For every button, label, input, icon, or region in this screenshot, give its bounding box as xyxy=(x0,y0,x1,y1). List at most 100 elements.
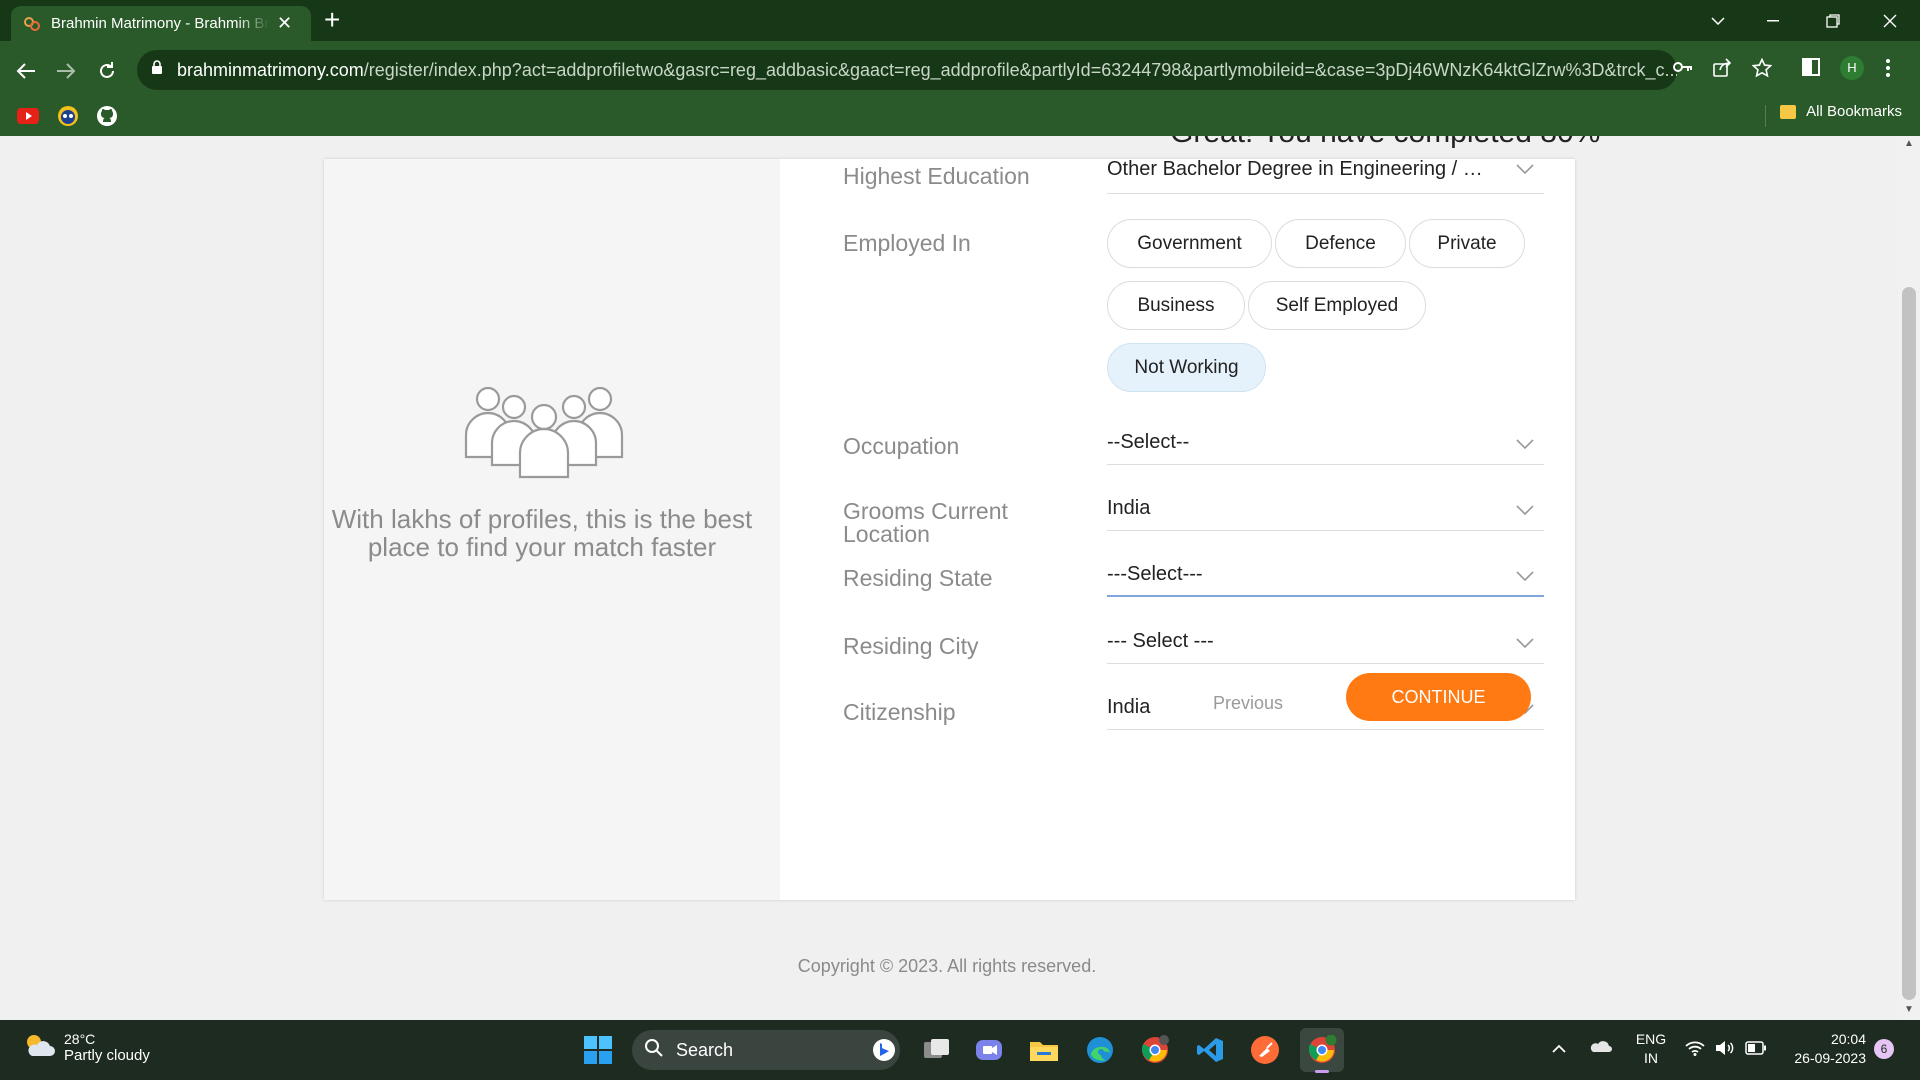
chevron-down-icon xyxy=(1516,161,1534,179)
weather-temp: 28°C xyxy=(64,1031,96,1047)
state-select[interactable]: ---Select--- xyxy=(1107,553,1544,597)
employed-option-government[interactable]: Government xyxy=(1107,219,1272,268)
taskbar-search[interactable]: Search xyxy=(632,1030,900,1070)
scroll-up-icon[interactable]: ▲ xyxy=(1904,138,1914,149)
search-label: Search xyxy=(676,1039,734,1060)
location-select[interactable]: India xyxy=(1107,487,1544,531)
page-viewport: Great! You have completed 80% With lakhs… xyxy=(0,136,1898,1020)
clock-date: 26-09-2023 xyxy=(1794,1050,1866,1066)
tab-close-icon[interactable]: ✕ xyxy=(277,13,292,34)
people-group-icon xyxy=(464,386,624,484)
youtube-icon[interactable] xyxy=(13,101,43,131)
citizenship-label: Citizenship xyxy=(843,699,956,725)
location-label: Grooms Current Location xyxy=(843,498,1008,547)
notification-badge[interactable]: 6 xyxy=(1874,1039,1894,1059)
weather-desc: Partly cloudy xyxy=(64,1047,150,1064)
task-view-icon[interactable] xyxy=(918,1031,956,1069)
new-tab-icon[interactable]: + xyxy=(324,4,340,36)
browser-tab[interactable]: Brahmin Matrimony - Brahmin Brides ✕ xyxy=(11,6,311,41)
tab-search-chevron-icon[interactable] xyxy=(1690,0,1746,41)
url-path: /register/index.php?act=addprofiletwo&ga… xyxy=(363,59,1677,80)
lang-line2: IN xyxy=(1644,1050,1658,1066)
show-hidden-icons[interactable] xyxy=(1552,1040,1566,1059)
side-panel-icon[interactable] xyxy=(1802,58,1820,81)
employed-option-private[interactable]: Private xyxy=(1409,219,1525,268)
search-icon xyxy=(644,1038,664,1063)
active-indicator xyxy=(1315,1070,1329,1073)
bookmark-site-icon[interactable] xyxy=(53,101,83,131)
url-text: brahminmatrimony.com/register/index.php?… xyxy=(177,60,1677,81)
chevron-down-icon xyxy=(1516,436,1534,454)
weather-widget[interactable]: 28°C Partly cloudy xyxy=(22,1030,150,1065)
teams-chat-icon[interactable] xyxy=(970,1031,1008,1069)
chrome-active-icon[interactable] xyxy=(1300,1028,1344,1073)
employed-option-not-working[interactable]: Not Working xyxy=(1107,343,1266,392)
wifi-icon[interactable] xyxy=(1685,1040,1705,1061)
profile-initial: H xyxy=(1847,60,1857,75)
employed-option-business[interactable]: Business xyxy=(1107,281,1245,330)
state-value: ---Select--- xyxy=(1107,562,1203,585)
minimize-icon[interactable] xyxy=(1745,0,1801,41)
share-icon[interactable] xyxy=(1712,58,1732,83)
occupation-select[interactable]: --Select-- xyxy=(1107,421,1544,465)
close-window-icon[interactable] xyxy=(1862,0,1918,41)
city-label: Residing City xyxy=(843,633,979,659)
chevron-down-icon xyxy=(1516,568,1534,586)
previous-link[interactable]: Previous xyxy=(1213,693,1283,714)
all-bookmarks-label: All Bookmarks xyxy=(1806,103,1902,120)
education-select[interactable]: Other Bachelor Degree in Engineering / C… xyxy=(1107,146,1544,194)
restore-icon[interactable] xyxy=(1805,0,1861,41)
file-explorer-icon[interactable] xyxy=(1025,1031,1063,1069)
lock-icon xyxy=(151,60,163,80)
bookmarks-bar xyxy=(0,98,1920,136)
clock-time: 20:04 xyxy=(1830,1031,1866,1047)
tagline: With lakhs of profiles, this is the best… xyxy=(331,504,753,562)
city-value: --- Select --- xyxy=(1107,630,1214,652)
reload-icon[interactable] xyxy=(91,55,123,87)
education-value: Other Bachelor Degree in Engineering / C… xyxy=(1107,158,1497,180)
info-panel: With lakhs of profiles, this is the best… xyxy=(324,159,780,900)
location-value: India xyxy=(1107,497,1151,519)
menu-kebab-icon[interactable] xyxy=(1885,58,1891,83)
folder-icon xyxy=(1780,104,1797,119)
clock[interactable]: 20:04 26-09-2023 xyxy=(1782,1030,1866,1068)
scroll-down-icon[interactable]: ▼ xyxy=(1904,1004,1914,1015)
partly-cloudy-icon xyxy=(22,1030,56,1065)
city-select[interactable]: --- Select --- xyxy=(1107,620,1544,664)
vscode-icon[interactable] xyxy=(1191,1031,1229,1069)
postman-icon[interactable] xyxy=(1246,1031,1284,1069)
github-icon[interactable] xyxy=(92,101,122,131)
address-bar[interactable]: brahminmatrimony.com/register/index.php?… xyxy=(137,50,1677,90)
chevron-down-icon xyxy=(1516,502,1534,520)
battery-icon[interactable] xyxy=(1745,1041,1767,1060)
employed-option-self-employed[interactable]: Self Employed xyxy=(1248,281,1426,330)
chrome-profile-icon[interactable] xyxy=(1136,1031,1174,1069)
url-host: brahminmatrimony.com xyxy=(177,59,364,80)
occupation-value: --Select-- xyxy=(1107,431,1190,453)
tab-title: Brahmin Matrimony - Brahmin Brides xyxy=(51,15,269,32)
input-language[interactable]: ENG IN xyxy=(1634,1030,1668,1068)
volume-icon[interactable] xyxy=(1715,1040,1735,1061)
bookmark-star-icon[interactable] xyxy=(1751,57,1773,83)
all-bookmarks-button[interactable]: All Bookmarks xyxy=(1780,103,1902,120)
education-label: Highest Education xyxy=(843,163,1030,189)
taskbar xyxy=(0,1020,1920,1080)
onedrive-icon[interactable] xyxy=(1588,1039,1612,1058)
bing-icon xyxy=(872,1038,896,1067)
bookmarks-separator xyxy=(1765,105,1766,127)
scrollbar-thumb[interactable] xyxy=(1902,287,1916,1000)
employed-option-defence[interactable]: Defence xyxy=(1275,219,1406,268)
brahmin-matrimony-favicon-icon xyxy=(23,15,41,33)
vertical-scrollbar[interactable]: ▲ ▼ xyxy=(1898,136,1920,1020)
edge-icon[interactable] xyxy=(1081,1031,1119,1069)
lang-line1: ENG xyxy=(1635,1031,1667,1047)
password-key-icon[interactable] xyxy=(1673,60,1693,78)
continue-button[interactable]: CONTINUE xyxy=(1346,673,1531,721)
profile-avatar[interactable]: H xyxy=(1840,56,1864,85)
back-icon[interactable] xyxy=(10,55,42,87)
chevron-down-icon xyxy=(1516,635,1534,653)
forward-icon[interactable] xyxy=(50,55,82,87)
windows-start-icon[interactable] xyxy=(579,1031,617,1069)
employed-in-label: Employed In xyxy=(843,230,971,256)
profile-form: Highest Education Other Bachelor Degree … xyxy=(780,158,1575,900)
